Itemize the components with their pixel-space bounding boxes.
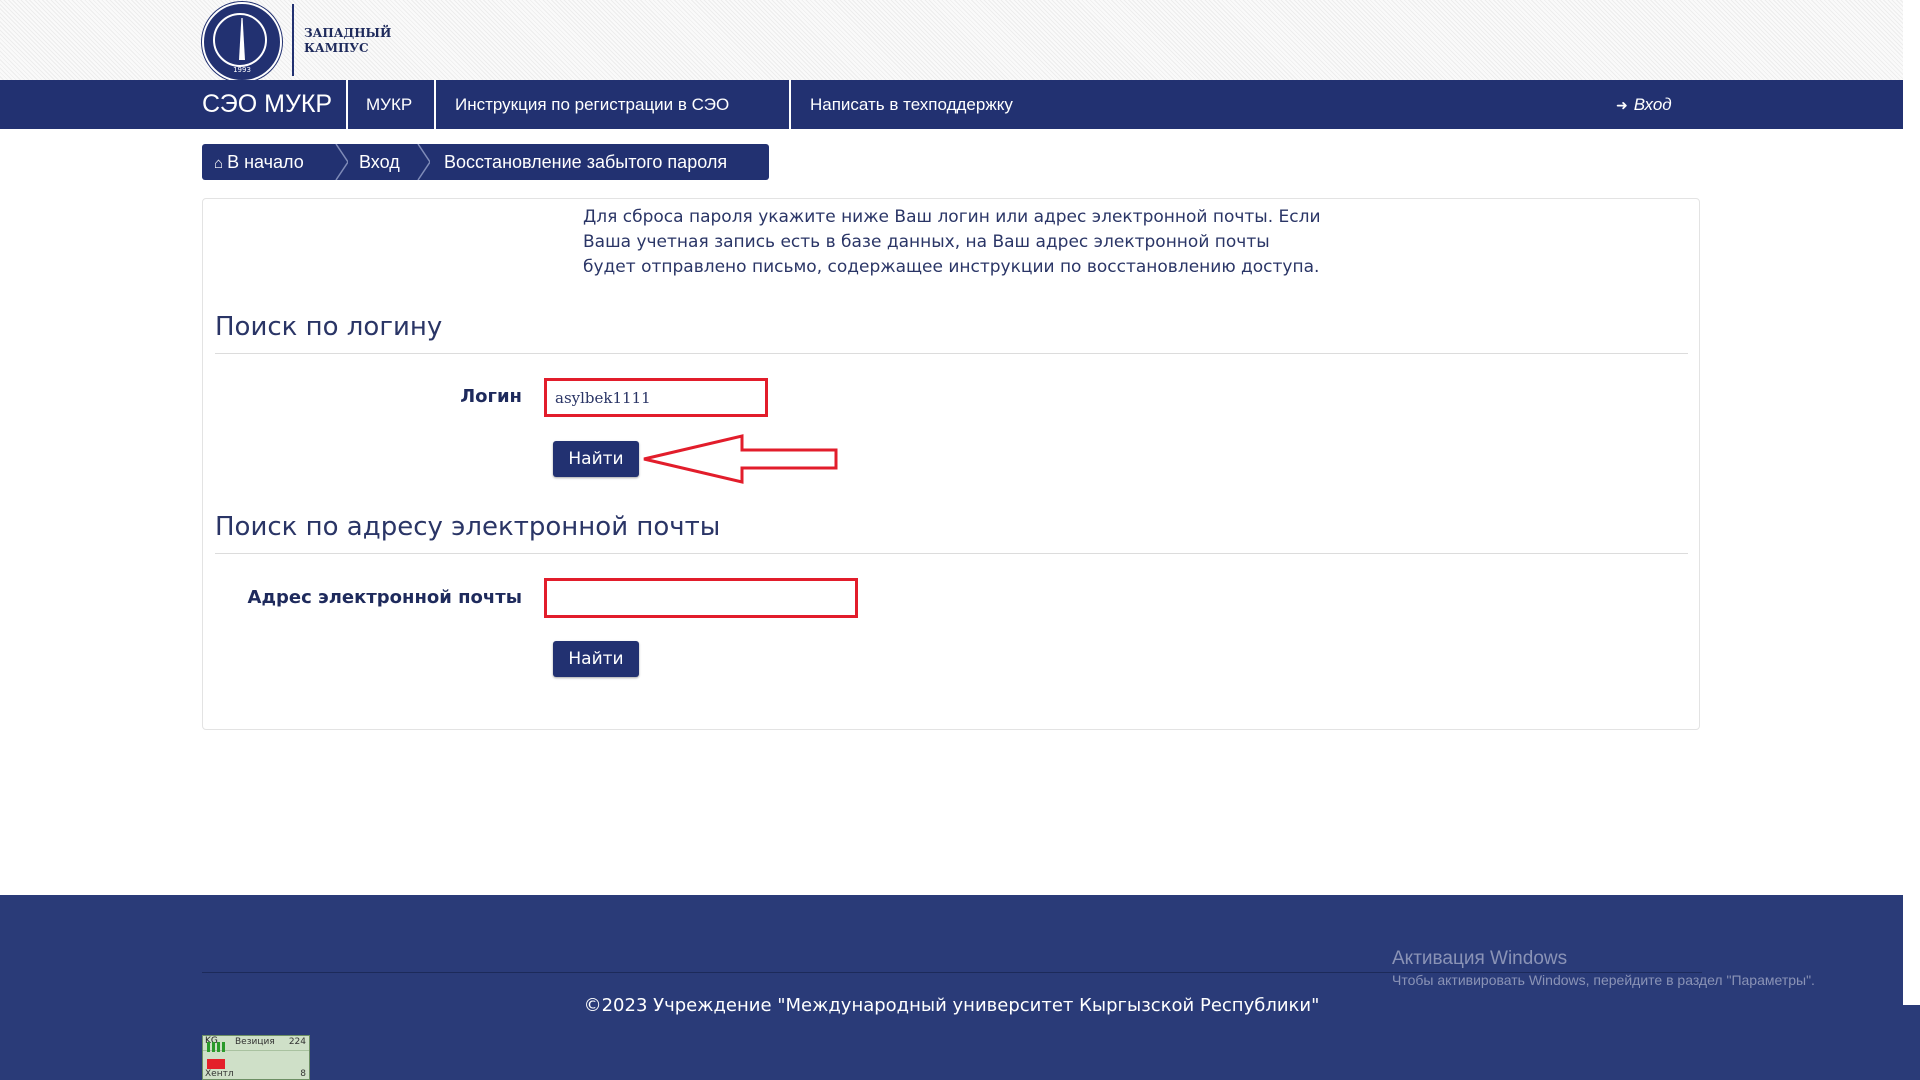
breadcrumb-chevron-icon [335, 144, 348, 180]
campus-label: ЗАПАДНЫЙ КАМПУС [304, 26, 391, 56]
breadcrumb: ⌂ В начало Вход Восстановление забытого п… [202, 144, 769, 180]
widget-row: KG Везиция 224 [203, 1036, 309, 1052]
breadcrumb-login[interactable]: Вход [359, 144, 400, 180]
intro-text: Для сброса пароля укажите ниже Ваш логин… [583, 207, 1321, 277]
main-navbar: СЭО МУКР МУКР Инструкция по регистрации … [0, 80, 1903, 129]
nav-item-support[interactable]: Написать в техподдержку [810, 80, 1013, 129]
windows-activation-title: Активация Windows [1392, 948, 1568, 969]
vertical-scrollbar[interactable] [1903, 0, 1920, 1005]
login-search-title: Поиск по логину [215, 312, 443, 342]
nav-item-registration-instructions[interactable]: Инструкция по регистрации в СЭО [455, 80, 729, 129]
login-field-label: Логин [460, 386, 522, 407]
nav-separator [346, 80, 348, 129]
university-logo[interactable]: 1993 [202, 2, 282, 82]
breadcrumb-home-label: В начало [227, 152, 304, 172]
scrollbar-footer-strip [1903, 1005, 1920, 1080]
widget-row1-value: 224 [288, 1037, 306, 1047]
header-band [0, 0, 1903, 80]
login-label: Вход [1633, 95, 1672, 114]
email-search-title: Поиск по адресу электронной почты [215, 512, 721, 542]
home-icon: ⌂ [214, 155, 224, 172]
nav-separator [789, 80, 791, 129]
widget-row2-label: Хентл [205, 1069, 234, 1079]
find-by-login-button[interactable]: Найти [553, 441, 639, 477]
signal-bars-icon [207, 1042, 227, 1052]
breadcrumb-chevron-icon [417, 144, 430, 180]
email-input[interactable] [544, 578, 858, 618]
breadcrumb-current: Восстановление забытого пароля [444, 152, 728, 172]
widget-row2-value: 8 [300, 1069, 306, 1079]
sign-in-icon: ➜ [1616, 97, 1628, 113]
footer-copyright: ©2023 Учреждение "Международный универси… [583, 995, 1320, 1016]
email-field-label: Адрес электронной почты [247, 587, 522, 608]
login-input[interactable] [544, 378, 768, 417]
find-by-email-button[interactable]: Найти [553, 641, 639, 677]
breadcrumb-home[interactable]: ⌂ В начало [214, 144, 304, 180]
login-link[interactable]: ➜ Вход [1616, 80, 1672, 129]
section-divider [215, 553, 1688, 554]
section-divider [215, 353, 1688, 354]
brand-link[interactable]: СЭО МУКР [202, 80, 332, 129]
red-arrow-icon [643, 434, 838, 484]
logo-year: 1993 [233, 66, 251, 74]
widget-row1-label: Везиция [235, 1037, 275, 1047]
logo-divider [292, 4, 294, 76]
windows-activation-subtitle: Чтобы активировать Windows, перейдите в … [1392, 972, 1815, 988]
nav-item-mukr[interactable]: МУКР [366, 80, 412, 129]
tray-widget[interactable]: KG Везиция 224 Хентл 8 [202, 1035, 310, 1080]
flag-icon [207, 1059, 225, 1069]
nav-separator [434, 80, 436, 129]
campus-line-1: ЗАПАДНЫЙ [304, 26, 392, 40]
campus-line-2: КАМПУС [304, 41, 369, 55]
